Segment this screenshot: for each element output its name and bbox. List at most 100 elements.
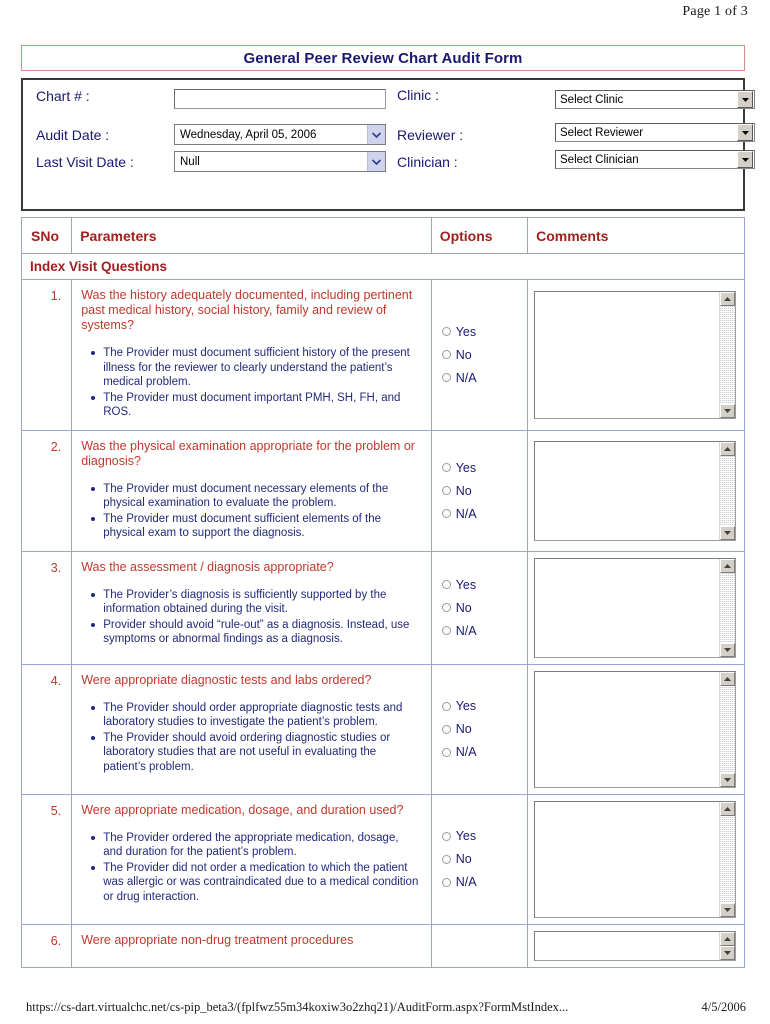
question-criteria-list: The Provider ordered the appropriate med…: [81, 831, 420, 905]
scroll-down-arrow-icon[interactable]: [720, 772, 736, 787]
radio-circle-icon[interactable]: [441, 854, 451, 864]
radio-option-no[interactable]: No: [441, 722, 527, 736]
radio-circle-icon[interactable]: [441, 701, 451, 711]
row-comments-cell: [527, 550, 745, 665]
radio-circle-icon[interactable]: [441, 509, 451, 518]
radio-option-no[interactable]: No: [441, 348, 527, 362]
chart-number-input[interactable]: [174, 89, 386, 109]
comments-textarea-text[interactable]: [535, 441, 720, 540]
comments-textarea[interactable]: [534, 670, 737, 788]
radio-circle-icon[interactable]: [441, 831, 451, 841]
radio-option-no[interactable]: No: [441, 852, 527, 866]
radio-circle-icon[interactable]: [441, 463, 451, 472]
radio-circle-icon[interactable]: [441, 327, 451, 337]
radio-circle-icon[interactable]: [441, 580, 451, 589]
column-header-sno: SNo: [20, 217, 73, 254]
criteria-item: The Provider did not order a medication …: [91, 861, 420, 905]
question-text: Was the assessment / diagnosis appropria…: [81, 559, 334, 574]
scroll-up-arrow-icon[interactable]: [720, 931, 736, 946]
radio-circle-icon[interactable]: [441, 373, 451, 383]
clinician-select-value: Select Clinician: [560, 153, 639, 166]
scroll-up-arrow-icon[interactable]: [720, 441, 736, 456]
radio-option-n-a[interactable]: N/A: [441, 875, 527, 889]
radio-option-no[interactable]: No: [441, 601, 527, 615]
comments-textarea[interactable]: [534, 290, 737, 419]
comments-textarea[interactable]: [534, 557, 737, 658]
question-criteria-list: The Provider should order appropriate di…: [81, 701, 420, 775]
radio-option-n-a[interactable]: N/A: [441, 745, 527, 759]
scroll-down-arrow-icon[interactable]: [720, 403, 736, 418]
row-comments-cell: [527, 923, 745, 968]
comments-textarea-text[interactable]: [535, 671, 720, 787]
comments-textarea[interactable]: [534, 800, 737, 918]
answer-radio-group: Yes No N/A: [432, 325, 527, 385]
chevron-down-icon[interactable]: [737, 124, 753, 141]
comments-scrollbar[interactable]: [719, 291, 736, 418]
clinician-select[interactable]: Select Clinician: [555, 150, 755, 169]
chevron-down-icon[interactable]: [737, 91, 753, 108]
radio-option-no[interactable]: No: [441, 484, 527, 498]
row-comments-cell: [527, 279, 745, 431]
radio-circle-icon[interactable]: [441, 486, 451, 495]
scroll-down-arrow-icon[interactable]: [720, 902, 736, 917]
form-title-banner: General Peer Review Chart Audit Form: [21, 45, 745, 71]
reviewer-select[interactable]: Select Reviewer: [555, 123, 755, 142]
table-row: 5. Were appropriate medication, dosage, a…: [20, 793, 745, 925]
radio-option-n-a[interactable]: N/A: [441, 371, 527, 385]
scroll-up-arrow-icon[interactable]: [720, 558, 736, 573]
answer-radio-group: Yes No N/A: [432, 699, 527, 759]
scroll-down-arrow-icon[interactable]: [720, 525, 736, 540]
radio-option-yes[interactable]: Yes: [441, 324, 527, 339]
comments-scrollbar[interactable]: [719, 671, 736, 787]
radio-circle-icon[interactable]: [441, 877, 451, 887]
question-text: Were appropriate non-drug treatment proc…: [81, 932, 354, 947]
chevron-down-icon[interactable]: [367, 125, 385, 144]
last-visit-date-picker[interactable]: Null: [174, 151, 386, 172]
radio-option-yes[interactable]: Yes: [441, 461, 527, 475]
criteria-item: The Provider must document sufficient hi…: [91, 346, 420, 390]
row-serial-number: 3.: [20, 550, 73, 665]
chevron-down-icon[interactable]: [367, 152, 385, 171]
radio-option-n-a[interactable]: N/A: [441, 624, 527, 638]
clinic-select[interactable]: Select Clinic: [555, 90, 755, 109]
comments-textarea-text[interactable]: [535, 558, 720, 657]
chart-number-label: Chart # :: [36, 88, 90, 104]
audit-date-picker[interactable]: Wednesday, April 05, 2006: [174, 124, 386, 145]
comments-textarea[interactable]: [534, 930, 737, 961]
row-options-cell: [430, 923, 529, 968]
comments-textarea-text[interactable]: [535, 931, 720, 960]
row-parameter-cell: Was the history adequately documented, i…: [71, 279, 432, 431]
scroll-up-arrow-icon[interactable]: [720, 671, 736, 686]
radio-option-yes[interactable]: Yes: [441, 699, 527, 713]
radio-circle-icon[interactable]: [441, 747, 451, 757]
radio-option-yes[interactable]: Yes: [441, 577, 527, 592]
comments-textarea[interactable]: [534, 440, 737, 541]
comments-scrollbar[interactable]: [719, 801, 736, 917]
radio-option-label: Yes: [455, 577, 477, 592]
scroll-up-arrow-icon[interactable]: [720, 801, 736, 816]
comments-scrollbar[interactable]: [719, 441, 736, 540]
comments-scrollbar[interactable]: [719, 931, 736, 960]
question-text: Were appropriate medication, dosage, and…: [81, 802, 404, 817]
comments-scrollbar[interactable]: [719, 558, 736, 657]
radio-option-n-a[interactable]: N/A: [441, 507, 527, 521]
radio-circle-icon[interactable]: [441, 626, 451, 635]
radio-circle-icon[interactable]: [441, 603, 451, 612]
answer-radio-group: Yes No N/A: [432, 578, 527, 638]
radio-option-yes[interactable]: Yes: [441, 829, 527, 843]
audit-questions-table: SNo Parameters Options Comments Index Visit …: [20, 217, 745, 968]
comments-textarea-text[interactable]: [535, 801, 720, 917]
comments-textarea-text[interactable]: [535, 291, 720, 418]
scroll-down-arrow-icon[interactable]: [720, 642, 736, 657]
radio-option-label: Yes: [455, 324, 477, 339]
scroll-down-arrow-icon[interactable]: [720, 945, 736, 960]
page-indicator: Page 1 of 3: [682, 4, 748, 19]
radio-circle-icon[interactable]: [441, 724, 451, 734]
chevron-down-icon[interactable]: [737, 151, 753, 168]
reviewer-select-value: Select Reviewer: [560, 126, 644, 139]
radio-option-label: No: [455, 852, 472, 866]
section-title: Index Visit Questions: [21, 253, 745, 280]
scroll-up-arrow-icon[interactable]: [720, 291, 736, 306]
question-text: Were appropriate diagnostic tests and la…: [81, 672, 372, 687]
radio-circle-icon[interactable]: [441, 350, 451, 360]
